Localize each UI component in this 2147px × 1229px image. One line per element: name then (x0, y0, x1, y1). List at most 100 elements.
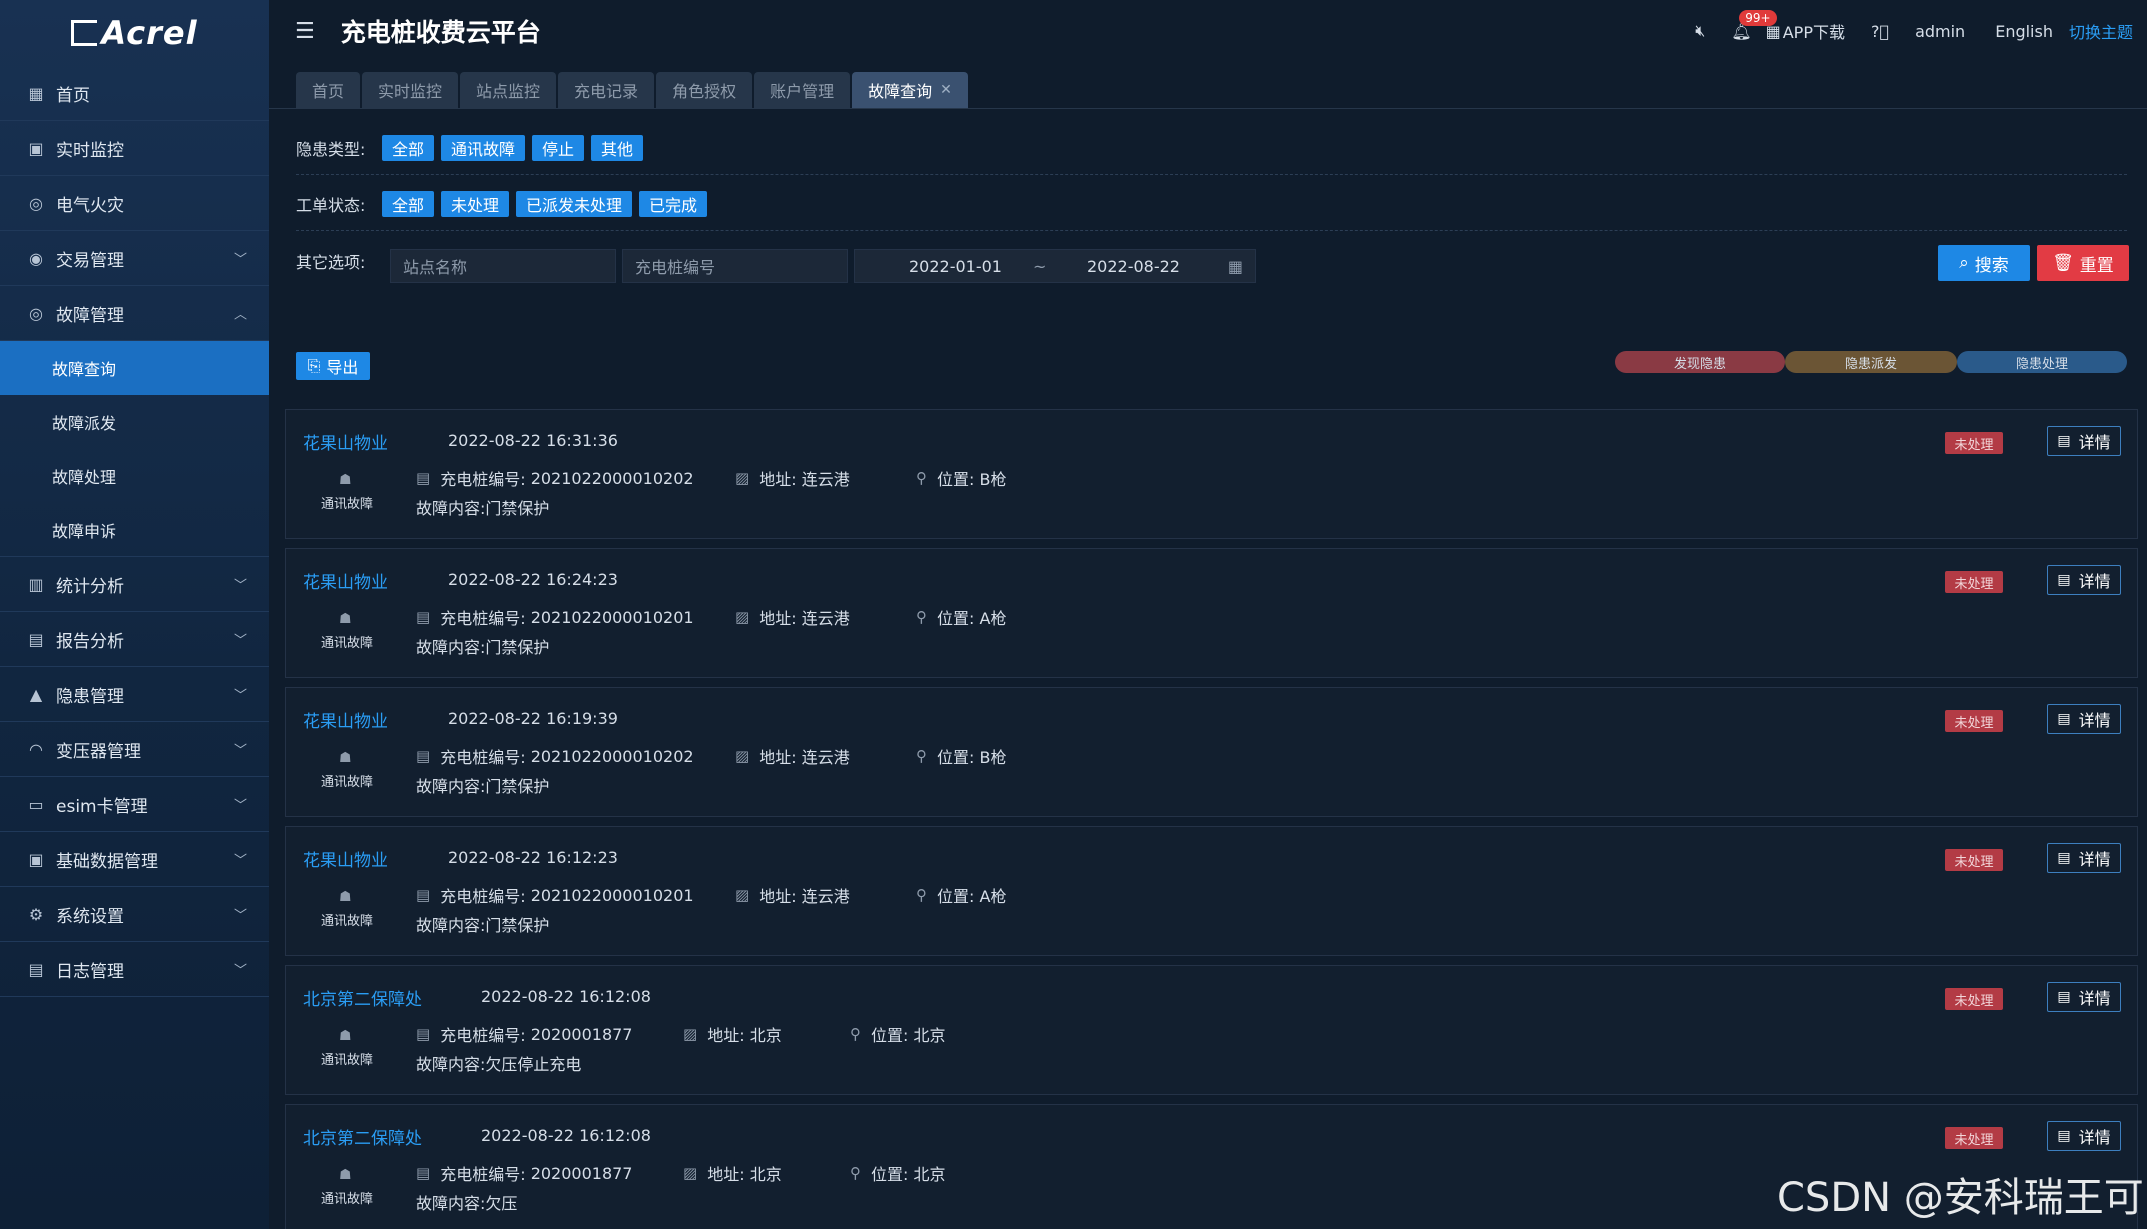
close-icon[interactable]: ✕ (940, 82, 952, 98)
tab-home[interactable]: 首页 (296, 72, 361, 108)
record-pile: ▤ 充电桩编号: 2021022000010202 (416, 466, 694, 490)
home-icon: ▦ (28, 83, 44, 103)
search-icon: ⌕ (1959, 253, 1969, 273)
mute-icon[interactable]: 🔇︎ (1695, 21, 1705, 41)
map-icon: ▨ (735, 469, 750, 487)
sidebar-item-statistics[interactable]: ▥ 统计分析 ﹀ (0, 557, 269, 612)
app-download-link[interactable]: ▦ APP下载 (1766, 19, 1845, 43)
sidebar-item-report[interactable]: ▤ 报告分析 ﹀ (0, 612, 269, 667)
location-pin-icon: ⚲ (916, 608, 927, 626)
order-status-unprocessed[interactable]: 未处理 (441, 191, 510, 217)
record-fault-type: 通讯故障 (321, 914, 374, 929)
record-time: 2022-08-22 16:31:36 (448, 431, 618, 450)
record-site-link[interactable]: 北京第二保障处 (303, 985, 422, 1010)
hazard-type-all[interactable]: 全部 (382, 135, 435, 161)
location-value: A枪 (979, 609, 1007, 628)
date-start[interactable]: 2022-01-01 (909, 257, 1002, 276)
record-pile: ▤ 充电桩编号: 2021022000010201 (416, 883, 694, 907)
record-content: 故障内容:欠压停止充电 (416, 1055, 582, 1074)
tab-account[interactable]: 账户管理 (754, 72, 851, 108)
tab-role-auth[interactable]: 角色授权 (656, 72, 753, 108)
sidebar-subitem-fault-query[interactable]: 故障查询 (0, 341, 269, 395)
record-time: 2022-08-22 16:12:08 (481, 987, 651, 1006)
tab-realtime-monitor[interactable]: 实时监控 (362, 72, 459, 108)
document-icon: ▤ (2057, 989, 2071, 1005)
detail-button[interactable]: ▤ 详情 (2047, 704, 2121, 734)
document-icon: ▤ (2057, 711, 2071, 727)
sidebar-subitem-fault-appeal[interactable]: 故障申诉 (0, 503, 269, 557)
tab-charge-record[interactable]: 充电记录 (558, 72, 655, 108)
record-address: ▨ 地址: 连云港 (735, 466, 850, 490)
address-label: 地址: (707, 1026, 745, 1045)
brand-logo[interactable]: Acrel (0, 0, 269, 66)
detail-button[interactable]: ▤ 详情 (2047, 982, 2121, 1012)
record-site-link[interactable]: 花果山物业 (303, 429, 388, 454)
site-name-input[interactable]: 站点名称 (390, 249, 616, 283)
search-button[interactable]: ⌕ 搜索 (1938, 245, 2030, 281)
notification-button[interactable]: 🔔︎ 99+ (1731, 9, 1777, 41)
chevron-down-icon: ﹀ (233, 963, 247, 979)
theme-switch[interactable]: 切换主题 (2069, 19, 2133, 43)
record-site-link[interactable]: 花果山物业 (303, 846, 388, 871)
pile-label: 充电桩编号: (440, 470, 526, 489)
record-time: 2022-08-22 16:12:23 (448, 848, 618, 867)
date-end[interactable]: 2022-08-22 (1087, 257, 1180, 276)
tab-site-monitor[interactable]: 站点监控 (460, 72, 557, 108)
sidebar-item-transformer[interactable]: ◠ 变压器管理 ﹀ (0, 722, 269, 777)
order-status-completed[interactable]: 已完成 (639, 191, 708, 217)
sidebar-item-hazard[interactable]: ▲ 隐患管理 ﹀ (0, 667, 269, 722)
chevron-down-icon: ﹀ (233, 688, 247, 704)
detail-button[interactable]: ▤ 详情 (2047, 1121, 2121, 1151)
record-content: 故障内容:门禁保护 (416, 916, 550, 935)
sidebar-item-realtime-monitor[interactable]: ▣ 实时监控 (0, 121, 269, 176)
sidebar-item-home[interactable]: ▦ 首页 (0, 66, 269, 121)
record-site-link[interactable]: 花果山物业 (303, 568, 388, 593)
chevron-up-icon: ︿ (233, 307, 247, 323)
order-status-dispatched[interactable]: 已派发未处理 (516, 191, 633, 217)
record-site-link[interactable]: 北京第二保障处 (303, 1124, 422, 1149)
address-label: 地址: (759, 609, 797, 628)
divider (296, 174, 2127, 175)
calendar-icon: ▦ (1227, 256, 1243, 276)
sidebar-subitem-fault-handle[interactable]: 故障处理 (0, 449, 269, 503)
sidebar-item-system-settings[interactable]: ⚙ 系统设置 ﹀ (0, 887, 269, 942)
detail-button[interactable]: ▤ 详情 (2047, 565, 2121, 595)
help-icon[interactable]: ?⃝ (1871, 22, 1889, 41)
language-switch[interactable]: English (1995, 22, 2053, 41)
monitor-icon: ▣ (28, 138, 44, 158)
status-badge: 未处理 (1945, 1127, 2003, 1149)
status-badge: 未处理 (1945, 849, 2003, 871)
watermark: CSDN @安科瑞王可 (1777, 1175, 2144, 1221)
menu-toggle-icon[interactable]: ☰ (295, 19, 315, 44)
pile-number-input[interactable]: 充电桩编号 (622, 249, 848, 283)
sidebar-item-electrical-fire[interactable]: ◎ 电气火灾 (0, 176, 269, 231)
comm-fault-icon: ☗ (339, 889, 352, 905)
user-menu[interactable]: admin (1915, 22, 1965, 41)
sidebar-item-esim[interactable]: ▭ esim卡管理 ﹀ (0, 777, 269, 832)
export-button[interactable]: ⎘ 导出 (296, 352, 370, 380)
hazard-type-stop[interactable]: 停止 (532, 135, 585, 161)
tab-fault-query[interactable]: 故障查询 ✕ (852, 72, 968, 108)
record-content: 故障内容:门禁保护 (416, 499, 550, 518)
order-status-filter: 工单状态: 全部 未处理 已派发未处理 已完成 (296, 191, 714, 217)
sidebar-item-log[interactable]: ▤ 日志管理 ﹀ (0, 942, 269, 997)
record-address: ▨ 地址: 连云港 (735, 883, 850, 907)
pile-icon: ▤ (416, 469, 431, 487)
detail-button[interactable]: ▤ 详情 (2047, 843, 2121, 873)
sidebar-item-transaction[interactable]: ◉ 交易管理 ﹀ (0, 231, 269, 286)
pile-icon: ▤ (416, 1025, 431, 1043)
reset-button[interactable]: 🗑︎ 重置 (2037, 245, 2129, 281)
hazard-type-filter: 隐患类型: 全部 通讯故障 停止 其他 (296, 135, 650, 161)
record-fault-type: 通讯故障 (321, 1053, 374, 1068)
sidebar-subitem-fault-dispatch[interactable]: 故障派发 (0, 395, 269, 449)
date-range-picker[interactable]: 2022-01-01 ~ 2022-08-22 ▦ (854, 249, 1256, 283)
detail-button[interactable]: ▤ 详情 (2047, 426, 2121, 456)
record-site-link[interactable]: 花果山物业 (303, 707, 388, 732)
order-status-all[interactable]: 全部 (382, 191, 435, 217)
sidebar-item-base-data[interactable]: ▣ 基础数据管理 ﹀ (0, 832, 269, 887)
hazard-type-other[interactable]: 其他 (591, 135, 644, 161)
hazard-type-comm-fault[interactable]: 通讯故障 (441, 135, 526, 161)
hazard-icon: ▲ (29, 684, 43, 704)
comm-fault-icon: ☗ (339, 1028, 352, 1044)
sidebar-item-fault-management[interactable]: ◎ 故障管理 ︿ (0, 286, 269, 341)
